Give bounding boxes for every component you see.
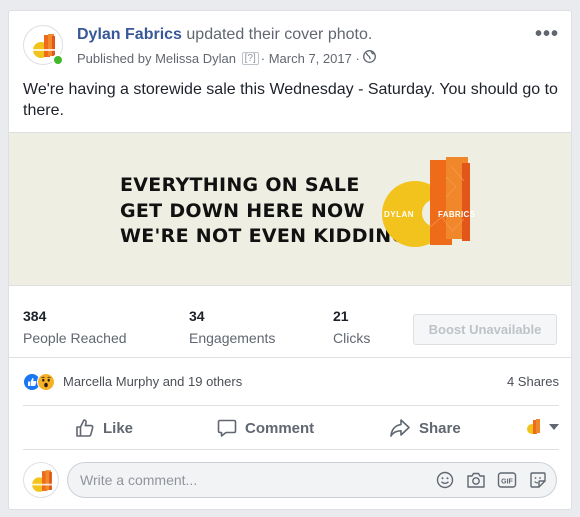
- stat-label: Engagements: [189, 330, 276, 346]
- stat-people-reached[interactable]: 384 People Reached: [23, 308, 127, 346]
- reactions-summary: Marcella Murphy and 19 others 4 Shares: [23, 358, 559, 406]
- post-actions: Like Comment Share: [23, 406, 559, 450]
- publisher-name[interactable]: Melissa Dylan: [155, 51, 236, 66]
- comment-button[interactable]: Comment: [217, 406, 314, 450]
- logo-word-fabrics: FABRICS: [438, 210, 476, 219]
- chevron-down-icon: [549, 424, 559, 430]
- comment-label: Comment: [245, 419, 315, 437]
- post-card: Dylan Fabrics updated their cover photo.…: [8, 10, 572, 510]
- comment-input[interactable]: Write a comment... GIF: [67, 462, 557, 498]
- banner-text: EVERYTHING ON SALE GET DOWN HERE NOW WE'…: [120, 173, 407, 250]
- sticker-icon[interactable]: [528, 470, 548, 490]
- stat-label: People Reached: [23, 330, 127, 346]
- commenter-avatar[interactable]: [23, 462, 59, 498]
- globe-icon[interactable]: [362, 50, 376, 66]
- emoji-icon[interactable]: [435, 470, 455, 490]
- post-meta: Published by Melissa Dylan [?] · March 7,…: [77, 50, 376, 66]
- post-title-line: Dylan Fabrics updated their cover photo.: [77, 26, 372, 44]
- wow-icon: [37, 373, 55, 391]
- page-avatar[interactable]: [23, 25, 64, 66]
- camera-icon[interactable]: [466, 470, 486, 490]
- comment-tools: GIF: [424, 470, 548, 490]
- publisher-info-icon[interactable]: [?]: [241, 51, 259, 65]
- meta-separator: ·: [260, 50, 266, 66]
- stat-number: 384: [23, 308, 47, 324]
- post-action-text: updated their cover photo.: [186, 26, 373, 43]
- like-button[interactable]: Like: [75, 406, 133, 450]
- reaction-names-link[interactable]: Marcella Murphy and 19 others: [63, 374, 242, 389]
- speech-bubble-icon: [217, 419, 237, 437]
- stat-number: 21: [333, 308, 349, 324]
- stat-number: 34: [189, 308, 205, 324]
- post-as-selector[interactable]: [525, 418, 559, 436]
- comment-placeholder: Write a comment...: [80, 472, 198, 488]
- post-text: We're having a storewide sale this Wedne…: [23, 81, 558, 119]
- svg-text:GIF: GIF: [501, 478, 513, 485]
- thumbs-up-icon: [76, 419, 94, 437]
- post-date-link[interactable]: March 7, 2017: [269, 51, 352, 66]
- stat-engagements[interactable]: 34 Engagements: [189, 308, 275, 346]
- cover-photo[interactable]: EVERYTHING ON SALE GET DOWN HERE NOW WE'…: [9, 132, 571, 286]
- banner-line-3: WE'RE NOT EVEN KIDDING: [120, 225, 408, 247]
- share-button[interactable]: Share: [389, 406, 461, 450]
- page-name-link[interactable]: Dylan Fabrics: [77, 26, 182, 43]
- reaction-icons[interactable]: [23, 373, 59, 391]
- meta-separator-2: ·: [355, 50, 360, 66]
- gif-icon[interactable]: GIF: [497, 470, 517, 490]
- share-label: Share: [419, 419, 461, 437]
- share-arrow-icon: [390, 419, 410, 437]
- like-label: Like: [103, 419, 134, 437]
- dylan-fabrics-logo: DYLAN FABRICS: [382, 157, 476, 247]
- logo-word-dylan: DYLAN: [384, 210, 414, 219]
- page-identity-icon: [527, 419, 540, 434]
- shares-count-link[interactable]: 4 Shares: [507, 374, 559, 389]
- insights-stats: 384 People Reached 34 Engagements 21 Cli…: [9, 296, 571, 358]
- online-status-dot: [52, 54, 64, 66]
- more-options-icon[interactable]: •••: [535, 24, 559, 44]
- boost-button[interactable]: Boost Unavailable: [413, 314, 557, 345]
- stat-clicks[interactable]: 21 Clicks: [333, 308, 370, 346]
- published-prefix: Published by: [77, 50, 152, 66]
- banner-line-2: GET DOWN HERE NOW: [120, 199, 365, 222]
- post-header: Dylan Fabrics updated their cover photo.…: [23, 24, 559, 71]
- banner-line-1: EVERYTHING ON SALE: [120, 174, 360, 196]
- stat-label: Clicks: [333, 330, 371, 346]
- comment-composer: Write a comment... GIF: [23, 461, 559, 501]
